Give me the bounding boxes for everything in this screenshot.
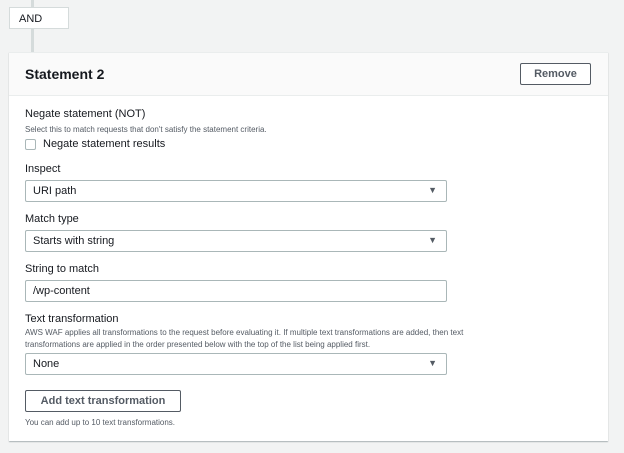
caret-down-icon: ▼ — [428, 358, 437, 368]
text-transformation-note: You can add up to 10 text transformation… — [25, 418, 176, 427]
negate-label: Negate statement (NOT) — [25, 108, 146, 120]
text-transformation-label: Text transformation — [25, 313, 119, 325]
inspect-label: Inspect — [25, 163, 61, 175]
match-type-label: Match type — [25, 213, 79, 225]
text-transformation-select[interactable]: None ▼ — [25, 353, 447, 375]
negate-description: Select this to match requests that don't… — [25, 125, 267, 134]
statement-title: Statement 2 — [25, 66, 105, 82]
inspect-select[interactable]: URI path ▼ — [25, 180, 447, 202]
string-to-match-label: String to match — [25, 263, 99, 275]
caret-down-icon: ▼ — [428, 235, 437, 245]
add-text-transformation-button[interactable]: Add text transformation — [25, 390, 181, 412]
string-to-match-input[interactable]: /wp-content — [25, 280, 447, 302]
match-type-select[interactable]: Starts with string ▼ — [25, 230, 447, 252]
text-transformation-description: AWS WAF applies all transformations to t… — [25, 328, 464, 349]
text-transformation-value: None — [33, 358, 60, 370]
negate-checkbox-label[interactable]: Negate statement results — [43, 138, 165, 150]
remove-button[interactable]: Remove — [520, 63, 591, 85]
and-connector: AND — [9, 7, 69, 29]
statement-header: Statement 2 Remove — [9, 53, 608, 96]
statement-card: Statement 2 Remove Negate statement (NOT… — [9, 52, 608, 441]
match-type-value: Starts with string — [33, 235, 115, 247]
caret-down-icon: ▼ — [428, 185, 437, 195]
negate-checkbox[interactable] — [25, 139, 36, 150]
string-to-match-value: /wp-content — [33, 285, 90, 297]
inspect-value: URI path — [33, 185, 77, 197]
